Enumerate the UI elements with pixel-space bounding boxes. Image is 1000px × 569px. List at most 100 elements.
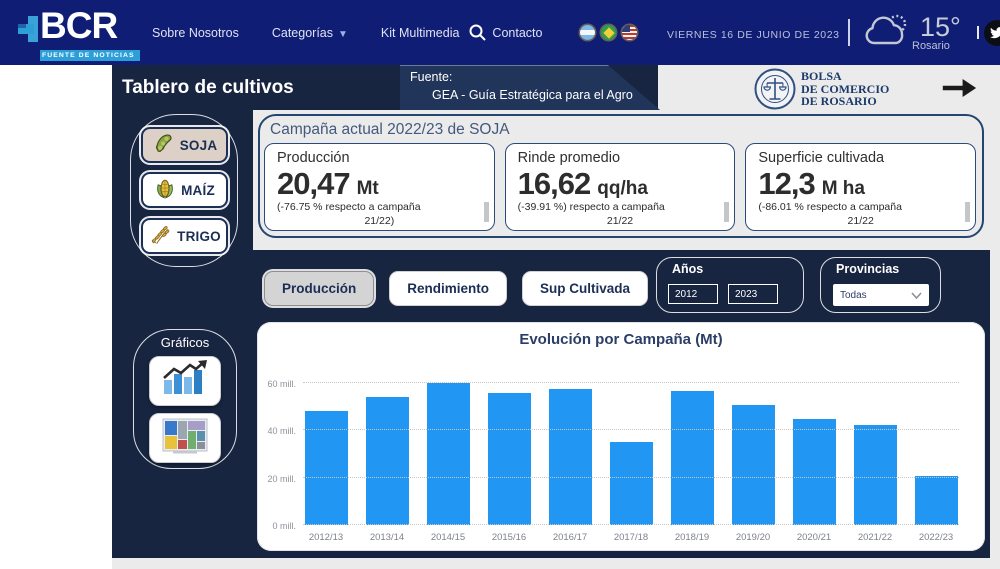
sidebar-item-trigo[interactable]: TRIGO: [141, 218, 228, 254]
metric-button-sup-cultivada[interactable]: Sup Cultivada: [522, 271, 648, 306]
bar-2016-17[interactable]: [547, 389, 593, 525]
corn-icon: [154, 177, 176, 203]
kpi-value: 16,62: [518, 167, 591, 200]
source-label: Fuente:: [410, 70, 452, 84]
crop-label: TRIGO: [177, 229, 221, 244]
sidebar-item-soja[interactable]: SOJA: [141, 127, 228, 163]
twitter-icon[interactable]: [984, 20, 1000, 46]
provinces-label: Provincias: [836, 262, 899, 276]
x-tick-label: 2014/15: [425, 532, 471, 543]
bar-rect[interactable]: [305, 411, 348, 525]
nav-item-sobre-nosotros[interactable]: Sobre Nosotros: [152, 26, 239, 40]
usa-flag[interactable]: [622, 25, 637, 40]
bar-2021-22[interactable]: [852, 425, 898, 525]
chevron-down-icon: [911, 286, 922, 304]
nav-item-contacto[interactable]: Contacto: [492, 26, 542, 40]
kpi-value: 12,3: [758, 167, 814, 200]
year-to-input[interactable]: [728, 284, 778, 304]
kpi-unit: M ha: [822, 178, 865, 200]
bar-2013-14[interactable]: [364, 397, 410, 526]
source-value: GEA - Guía Estratégica para el Agro: [432, 88, 633, 102]
x-tick-label: 2012/13: [303, 532, 349, 543]
bar-2014-15[interactable]: [425, 383, 471, 525]
kpi-card-superficie-cultivada: Superficie cultivada12,3M ha(-86.01 % re…: [745, 143, 976, 231]
social-divider: [977, 26, 979, 39]
bar-2019-20[interactable]: [730, 405, 776, 525]
bar-2017-18[interactable]: [608, 442, 654, 525]
kpi-unit: qq/ha: [597, 178, 648, 200]
bar-rect[interactable]: [366, 397, 409, 526]
brazil-flag[interactable]: [601, 25, 616, 40]
card-scrollbar[interactable]: [965, 202, 970, 222]
y-tick-label: 40 mill.: [267, 426, 296, 436]
top-navbar: BCR FUENTE DE NOTICIAS Sobre Nosotros Cat…: [0, 0, 1000, 65]
bar-rect[interactable]: [549, 389, 592, 525]
bar-rect[interactable]: [915, 476, 958, 525]
crop-label: SOJA: [180, 138, 218, 153]
bar-rect[interactable]: [793, 419, 836, 526]
wheat-icon: [148, 223, 172, 249]
kpi-unit: Mt: [357, 178, 379, 200]
x-tick-label: 2013/14: [364, 532, 410, 543]
bar-rect[interactable]: [610, 442, 653, 525]
treemap-view-button[interactable]: [149, 413, 221, 463]
metric-button-rendimiento[interactable]: Rendimiento: [389, 271, 507, 306]
kpi-note-line2: 21/22): [277, 215, 482, 227]
language-flags: [580, 25, 637, 40]
kpi-label: Rinde promedio: [518, 150, 723, 166]
x-tick-label: 2016/17: [547, 532, 593, 543]
x-tick-label: 2021/22: [852, 532, 898, 543]
year-from-input[interactable]: [668, 284, 718, 304]
x-tick-label: 2018/19: [669, 532, 715, 543]
nav-item-categorias[interactable]: Categorías▼: [272, 26, 348, 40]
kpi-label: Producción: [277, 150, 482, 166]
gridline-40: [303, 429, 959, 430]
x-tick-label: 2020/21: [791, 532, 837, 543]
metric-button-produccion[interactable]: Producción: [264, 271, 374, 306]
kpi-note: (-86.01 % respecto a campaña: [758, 201, 963, 213]
sidebar-item-maiz[interactable]: MAÍZ: [141, 172, 228, 208]
bar-rect[interactable]: [488, 393, 531, 525]
arrow-right-icon[interactable]: [941, 77, 977, 104]
card-scrollbar[interactable]: [724, 202, 729, 222]
bar-chart-icon: [159, 360, 211, 403]
bar-2022-23[interactable]: [913, 476, 959, 525]
y-tick-label: 20 mill.: [267, 474, 296, 484]
kpi-note: (-76.75 % respecto a campaña: [277, 201, 482, 213]
logo-subtitle: FUENTE DE NOTICIAS: [40, 50, 140, 61]
chart-plot-area: 0 mill.20 mill.40 mill.60 mill.: [303, 377, 959, 525]
bar-2015-16[interactable]: [486, 393, 532, 525]
bcr-seal-logo: [754, 68, 796, 115]
nav-item-kit-multimedia[interactable]: Kit Multimedia: [381, 26, 460, 40]
kpi-card-rinde-promedio: Rinde promedio16,62qq/ha(-39.91 %) respe…: [505, 143, 736, 231]
bar-rect[interactable]: [427, 383, 470, 525]
argentina-flag[interactable]: [580, 25, 595, 40]
bar-rect[interactable]: [854, 425, 897, 525]
metric-buttons: Producción Rendimiento Sup Cultivada: [264, 271, 648, 306]
kpi-note-line2: 21/22: [518, 215, 723, 227]
bar-rect[interactable]: [732, 405, 775, 525]
screen: BCR FUENTE DE NOTICIAS Sobre Nosotros Cat…: [0, 0, 1000, 569]
cloud-icon: [862, 12, 912, 55]
caret-down-icon: ▼: [338, 29, 348, 40]
crop-label: MAÍZ: [181, 183, 215, 198]
treemap-icon: [161, 417, 209, 460]
bar-2020-21[interactable]: [791, 419, 837, 526]
card-scrollbar[interactable]: [484, 202, 489, 222]
bcr-logo[interactable]: BCR FUENTE DE NOTICIAS: [16, 8, 140, 62]
weather-widget[interactable]: 15° Rosario: [862, 12, 961, 55]
provinces-dropdown[interactable]: Todas: [833, 284, 929, 306]
bar-chart-view-button[interactable]: [149, 356, 221, 406]
current-season-title: Campaña actual 2022/23 de SOJA: [270, 121, 510, 139]
gridline-60: [303, 382, 959, 383]
bar-2018-19[interactable]: [669, 391, 715, 525]
search-icon[interactable]: [468, 23, 487, 47]
org-name: BOLSA DE COMERCIO DE ROSARIO: [801, 70, 889, 108]
x-tick-label: 2015/16: [486, 532, 532, 543]
bar-rect[interactable]: [671, 391, 714, 525]
x-tick-label: 2022/23: [913, 532, 959, 543]
bar-2012-13[interactable]: [303, 411, 349, 525]
logo-text: BCR: [40, 8, 140, 44]
chart-title: Evolución por Campaña (Mt): [257, 331, 985, 348]
kpi-card-produccion: Producción20,47Mt(-76.75 % respecto a ca…: [264, 143, 495, 231]
